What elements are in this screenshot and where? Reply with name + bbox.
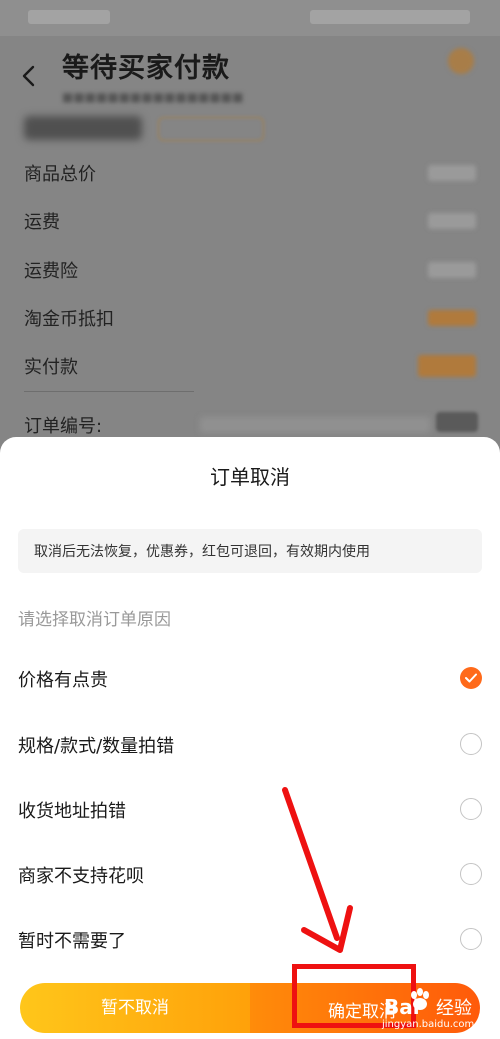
reason-prompt: 请选择取消订单原因 — [18, 610, 171, 630]
summary-divider — [24, 391, 194, 392]
back-arrow-icon[interactable] — [18, 62, 40, 90]
reason-option-not-needed[interactable]: 暂时不需要了 — [0, 920, 500, 960]
status-bar-left — [28, 10, 110, 24]
row-label-coin-deduction: 淘金币抵扣 — [24, 309, 114, 330]
row-value-shipping-blurred — [428, 213, 476, 229]
watermark-brand: 经验 — [436, 998, 472, 1019]
checkmark-icon — [465, 673, 477, 683]
reason-option-spec-error[interactable]: 规格/款式/数量拍错 — [0, 725, 500, 765]
radio-icon[interactable] — [460, 798, 482, 820]
checked-radio-icon[interactable] — [460, 667, 482, 689]
reason-label: 价格有点贵 — [18, 670, 108, 691]
reason-option-no-huabei[interactable]: 商家不支持花呗 — [0, 855, 500, 895]
row-label-shipping: 运费 — [24, 212, 60, 233]
sheet-title: 订单取消 — [210, 465, 290, 489]
row-value-goods-total-blurred — [428, 165, 476, 181]
watermark-url: jingyan.baidu.com — [382, 1019, 475, 1030]
row-value-coin-deduction-blurred — [428, 310, 476, 326]
reason-label: 商家不支持花呗 — [18, 866, 144, 887]
order-number-label: 订单编号: — [24, 416, 103, 437]
cancel-notice: 取消后无法恢复，优惠券，红包可退回，有效期内使用 — [18, 529, 482, 573]
radio-icon[interactable] — [460, 928, 482, 950]
row-value-shipping-insurance-blurred — [428, 262, 476, 278]
seller-name-blurred — [24, 116, 142, 140]
page-subtitle-blurred: ■■■■■■■■■■■■■■■■ — [62, 90, 244, 104]
corner-badge-blurred — [448, 48, 474, 74]
seller-tag-blurred — [158, 117, 264, 141]
keep-order-button[interactable]: 暂不取消 — [20, 983, 250, 1033]
status-bar — [0, 0, 500, 36]
status-bar-right — [310, 10, 470, 24]
paw-icon — [411, 988, 429, 1010]
reason-label: 暂时不需要了 — [18, 931, 126, 952]
row-label-shipping-insurance: 运费险 — [24, 261, 78, 282]
cancel-order-sheet: 订单取消 取消后无法恢复，优惠券，红包可退回，有效期内使用 请选择取消订单原因 … — [0, 437, 500, 1039]
page-title: 等待买家付款 — [62, 53, 230, 84]
order-number-blurred — [200, 417, 430, 433]
row-label-paid-amount: 实付款 — [24, 357, 78, 378]
row-label-goods-total: 商品总价 — [24, 164, 96, 185]
radio-icon[interactable] — [460, 863, 482, 885]
copy-button-blurred — [436, 412, 478, 432]
cancel-notice-text: 取消后无法恢复，优惠券，红包可退回，有效期内使用 — [34, 544, 370, 560]
reason-label: 规格/款式/数量拍错 — [18, 736, 175, 757]
reason-option-address-error[interactable]: 收货地址拍错 — [0, 790, 500, 830]
reason-label: 收货地址拍错 — [18, 801, 126, 822]
reason-option-price[interactable]: 价格有点贵 — [0, 659, 500, 699]
row-value-paid-amount-blurred — [418, 355, 476, 377]
radio-icon[interactable] — [460, 733, 482, 755]
